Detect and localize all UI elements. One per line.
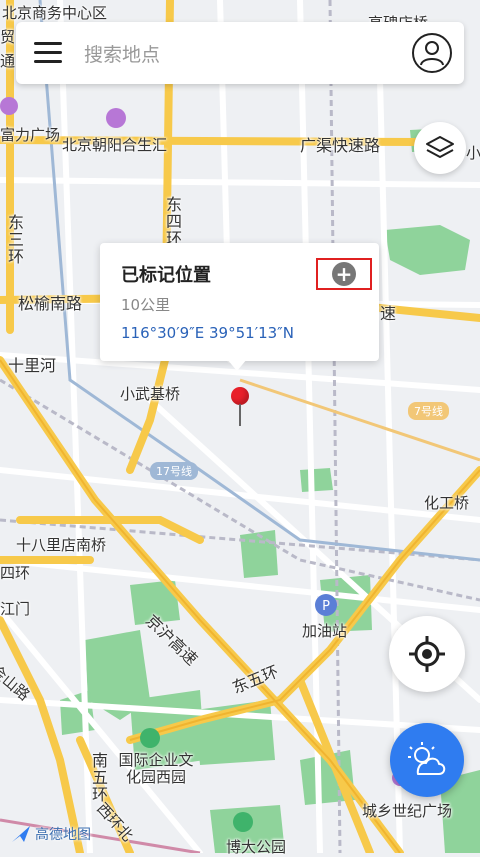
map-label: 东三环 (5, 214, 24, 265)
map-label: 江门 (0, 600, 31, 618)
map-canvas[interactable]: P (0, 0, 480, 853)
card-pointer (227, 359, 247, 371)
search-input[interactable]: 搜索地点 (84, 40, 412, 67)
card-title: 已标记位置 (121, 265, 211, 286)
map-label: 小武基桥 (120, 385, 181, 403)
logo-icon (12, 826, 30, 842)
map-label: 小 (466, 144, 480, 162)
map-label: 四环 (0, 564, 31, 582)
crosshair-icon (409, 636, 445, 672)
search-bar: 搜索地点 (16, 22, 464, 84)
map-label: 十里河 (8, 356, 57, 375)
plus-icon: + (332, 262, 356, 286)
logo-text: 高德地图 (35, 827, 91, 843)
weather-button[interactable] (390, 723, 464, 797)
map-label: 城乡世纪广场 (362, 802, 453, 820)
metro-label: 17号线 (150, 462, 198, 480)
location-pin-icon[interactable] (231, 387, 249, 405)
card-distance: 10公里 (121, 296, 171, 314)
card-coordinates: 116°30′9″E 39°51′13″N (121, 324, 295, 342)
marked-location-card: 已标记位置 10公里 116°30′9″E 39°51′13″N + (100, 243, 379, 361)
map-label: 化工桥 (424, 494, 470, 512)
map-label: 北京朝阳合生汇 (62, 136, 168, 154)
amap-logo: 高德地图 (10, 824, 91, 844)
map-label: 东四环 (163, 196, 182, 247)
my-location-button[interactable] (389, 616, 465, 692)
svg-text:P: P (322, 599, 330, 614)
metro-label: 7号线 (408, 402, 449, 420)
map-label: 贸 (0, 28, 16, 46)
map-label: 南五环 (89, 752, 108, 803)
location-pin-stem (239, 404, 241, 426)
layers-button[interactable] (414, 122, 466, 174)
map-label: 北京商务中心区 (2, 4, 108, 22)
map-label: 博大公园 (226, 838, 287, 856)
map-label: 十八里店南桥 (16, 536, 107, 554)
map-label: 富力广场 (0, 126, 61, 144)
menu-icon[interactable] (34, 42, 62, 64)
map-label: 国际企业文化园西园 (118, 751, 194, 786)
user-avatar-icon[interactable] (412, 33, 452, 73)
weather-cloud-sun-icon (408, 742, 446, 775)
map-label: 加油站 (302, 622, 348, 640)
map-label: 广渠快速路 (300, 136, 381, 155)
add-favorite-button[interactable]: + (316, 258, 372, 290)
map-label: 松榆南路 (18, 294, 83, 313)
map-label: 通 (0, 52, 16, 70)
layers-icon (426, 136, 454, 158)
